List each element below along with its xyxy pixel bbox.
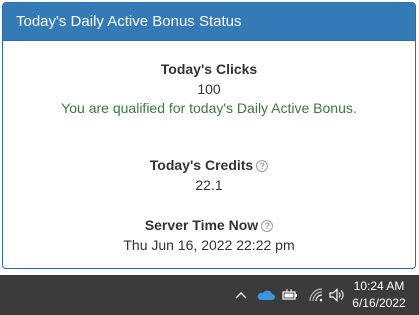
panel-title: Today's Daily Active Bonus Status bbox=[3, 3, 415, 41]
clicks-label-row: Today's Clicks bbox=[3, 61, 415, 77]
chevron-up-icon[interactable] bbox=[234, 286, 248, 304]
server-time-label-row: Server Time Now? bbox=[3, 217, 415, 233]
server-time-label: Server Time Now bbox=[144, 217, 259, 233]
server-time-value-row: Thu Jun 16, 2022 22:22 pm bbox=[3, 237, 415, 253]
qualified-message-row: You are qualified for today's Daily Acti… bbox=[3, 100, 415, 116]
battery-icon[interactable] bbox=[281, 286, 299, 304]
wifi-icon[interactable] bbox=[307, 286, 325, 304]
credits-help-icon[interactable]: ? bbox=[256, 160, 269, 172]
windows-taskbar: 10:24 AM 6/16/2022 bbox=[0, 275, 419, 315]
taskbar-time: 10:24 AM bbox=[353, 279, 405, 293]
credits-label-row: Today's Credits? bbox=[3, 157, 415, 173]
taskbar-clock[interactable]: 10:24 AM 6/16/2022 bbox=[349, 278, 409, 312]
qualified-message: You are qualified for today's Daily Acti… bbox=[61, 100, 357, 116]
taskbar-date: 6/16/2022 bbox=[352, 296, 406, 310]
clicks-value: 100 bbox=[197, 81, 221, 97]
clicks-value-row: 100 bbox=[3, 81, 415, 97]
clicks-label: Today's Clicks bbox=[160, 61, 258, 77]
bonus-status-panel: Today's Daily Active Bonus Status Today'… bbox=[2, 2, 416, 269]
speaker-icon[interactable] bbox=[328, 286, 346, 304]
server-time-value: Thu Jun 16, 2022 22:22 pm bbox=[123, 237, 295, 253]
credits-value-row: 22.1 bbox=[3, 177, 415, 193]
credits-label: Today's Credits bbox=[149, 157, 254, 173]
server-time-help-icon[interactable]: ? bbox=[261, 220, 274, 232]
credits-value: 22.1 bbox=[195, 177, 223, 193]
onedrive-cloud-icon[interactable] bbox=[256, 286, 276, 304]
